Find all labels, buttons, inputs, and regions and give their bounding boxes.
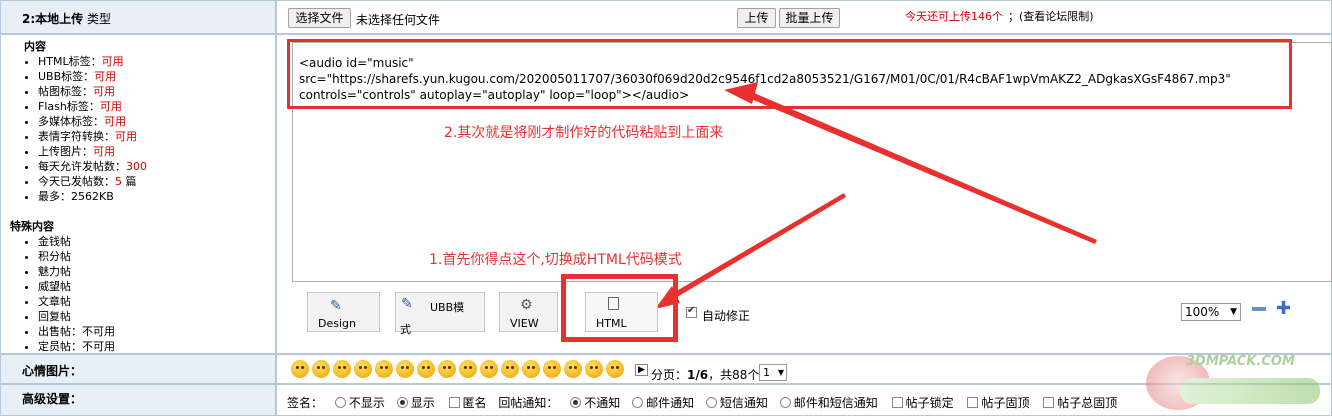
watermark-band bbox=[1180, 378, 1320, 404]
view-icon: ⚙ bbox=[520, 297, 533, 313]
arrow-to-code bbox=[742, 90, 1097, 244]
anonymous-label: 匿名 bbox=[462, 396, 487, 410]
advanced-label: 高级设置： bbox=[22, 392, 83, 406]
sig-hide-radio[interactable] bbox=[334, 397, 346, 408]
anonymous-checkbox[interactable] bbox=[448, 397, 460, 408]
sig-show-radio[interactable] bbox=[396, 397, 408, 408]
arrow-to-html bbox=[668, 193, 846, 300]
email-sms-notify-radio[interactable] bbox=[779, 397, 791, 408]
page-prefix: 分页： bbox=[651, 368, 688, 382]
lock-post-label: 帖子锁定 bbox=[905, 396, 954, 410]
design-label: Design bbox=[318, 317, 356, 330]
zoom-select[interactable]: 100% ▼ bbox=[1181, 303, 1241, 321]
page-select-value: 1 bbox=[763, 366, 770, 379]
no-notify-radio[interactable] bbox=[570, 397, 582, 408]
chevron-down-icon: ▼ bbox=[777, 368, 784, 377]
watermark-text: 3DMPACK.COM bbox=[1186, 354, 1295, 369]
ubb-label: UBB模式 bbox=[400, 301, 465, 336]
mood-emoji-icon[interactable] bbox=[438, 360, 456, 378]
email-notify-radio[interactable] bbox=[632, 397, 644, 408]
global-pin-label: 帖子总固顶 bbox=[1057, 396, 1118, 410]
sms-notify-label: 短信通知 bbox=[719, 396, 768, 410]
sig-hide-label: 不显示 bbox=[348, 396, 385, 410]
reply-notify-label: 回帖通知： bbox=[498, 396, 559, 410]
zoom-in-icon[interactable]: ✚ bbox=[1276, 298, 1291, 319]
mood-emoji-icon[interactable] bbox=[291, 360, 309, 378]
mood-emoji-list bbox=[291, 360, 627, 378]
page-select[interactable]: 1 ▼ bbox=[759, 364, 787, 381]
auto-fix-checkbox[interactable] bbox=[686, 305, 697, 318]
page-info: 1/6 bbox=[687, 368, 709, 382]
view-label: VIEW bbox=[510, 317, 539, 330]
mood-emoji-icon[interactable] bbox=[312, 360, 330, 378]
watermark-logo: 3DMPACK.COM bbox=[1140, 350, 1330, 416]
signature-label: 签名： bbox=[287, 396, 324, 410]
ubb-mode-button[interactable]: ✎ UBB模式 bbox=[395, 292, 485, 336]
arrow-head-code bbox=[724, 82, 758, 104]
mood-emoji-icon[interactable] bbox=[606, 360, 624, 378]
mood-emoji-icon[interactable] bbox=[480, 360, 498, 378]
html-highlight-box bbox=[561, 274, 678, 342]
page-total: ，共88个 bbox=[708, 368, 760, 382]
mood-emoji-icon[interactable] bbox=[459, 360, 477, 378]
mood-emoji-icon[interactable] bbox=[354, 360, 372, 378]
next-page-icon[interactable]: ▶ bbox=[635, 364, 648, 376]
global-pin-checkbox[interactable] bbox=[1043, 397, 1055, 408]
mood-emoji-icon[interactable] bbox=[543, 360, 561, 378]
view-mode-button[interactable]: ⚙ VIEW bbox=[499, 292, 558, 332]
pin-post-label: 帖子固顶 bbox=[981, 396, 1030, 410]
email-notify-label: 邮件通知 bbox=[646, 396, 695, 410]
sig-show-label: 显示 bbox=[410, 396, 435, 410]
mood-emoji-icon[interactable] bbox=[396, 360, 414, 378]
no-notify-label: 不通知 bbox=[584, 396, 621, 410]
zoom-out-icon[interactable] bbox=[1252, 307, 1266, 311]
email-sms-notify-label: 邮件和短信通知 bbox=[793, 396, 878, 410]
design-mode-button[interactable]: ✎ Design bbox=[307, 292, 380, 332]
pin-post-checkbox[interactable] bbox=[967, 397, 979, 408]
mood-emoji-icon[interactable] bbox=[333, 360, 351, 378]
design-icon: ✎ bbox=[330, 298, 342, 314]
zoom-value: 100% bbox=[1185, 305, 1220, 319]
advanced-options: 签名： 不显示 显示 匿名 回帖通知： 不通知 邮件通知 短信通知 邮件和短信通… bbox=[287, 394, 1117, 411]
mood-pagination: 分页：1/6，共88个 bbox=[651, 366, 759, 383]
auto-fix-label: 自动修正 bbox=[702, 309, 751, 323]
mood-emoji-icon[interactable] bbox=[375, 360, 393, 378]
mood-emoji-icon[interactable] bbox=[501, 360, 519, 378]
lock-post-checkbox[interactable] bbox=[891, 397, 903, 408]
chevron-down-icon: ▼ bbox=[1230, 307, 1237, 317]
mood-emoji-icon[interactable] bbox=[522, 360, 540, 378]
mood-label: 心情图片： bbox=[22, 364, 83, 378]
mood-emoji-icon[interactable] bbox=[585, 360, 603, 378]
sms-notify-radio[interactable] bbox=[705, 397, 717, 408]
mood-emoji-icon[interactable] bbox=[417, 360, 435, 378]
mood-emoji-icon[interactable] bbox=[564, 360, 582, 378]
